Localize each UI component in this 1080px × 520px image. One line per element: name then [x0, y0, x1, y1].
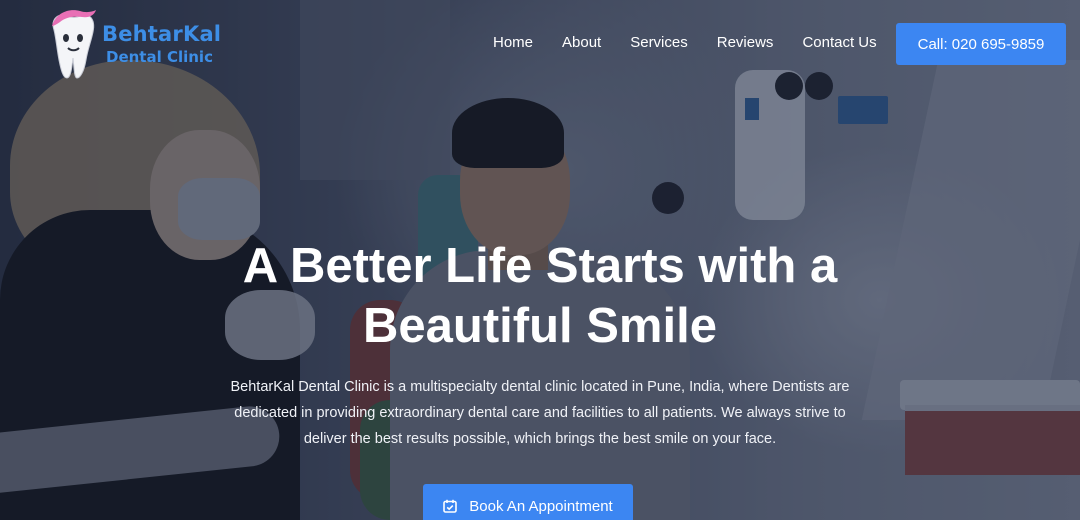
hero-intro-line: dedicated in providing extraordinary den… [234, 405, 846, 421]
tooth-logo-icon [46, 8, 100, 80]
main-nav: Home About Services Reviews Contact Us [493, 34, 877, 51]
hero-headline: A Better Life Starts with a Beautiful Sm… [140, 236, 940, 356]
book-appointment-label: Book An Appointment [469, 497, 613, 515]
nav-item-reviews[interactable]: Reviews [717, 34, 774, 51]
hero-intro-line: BehtarKal Dental Clinic is a multispecia… [230, 379, 850, 395]
brand-text: BehtarKal Dental Clinic [102, 21, 222, 66]
brand-subtitle: Dental Clinic [106, 47, 213, 66]
hero-intro-line: deliver the best results possible, which… [303, 431, 777, 447]
call-button[interactable]: Call: 020 695-9859 [896, 23, 1066, 65]
brand-name: BehtarKal [102, 21, 222, 46]
hero-intro: BehtarKal Dental Clinic is a multispecia… [205, 374, 875, 452]
book-appointment-button[interactable]: Book An Appointment [423, 484, 633, 520]
calendar-check-icon [443, 499, 458, 513]
hero-headline-line: Beautiful Smile [363, 299, 717, 353]
hero-headline-line: A Better Life Starts with a [242, 239, 838, 293]
nav-item-contact-us[interactable]: Contact Us [802, 34, 876, 51]
brand-logo[interactable]: BehtarKal Dental Clinic [46, 6, 236, 82]
nav-item-services[interactable]: Services [630, 34, 688, 51]
nav-item-about[interactable]: About [562, 34, 601, 51]
nav-item-home[interactable]: Home [493, 34, 533, 51]
